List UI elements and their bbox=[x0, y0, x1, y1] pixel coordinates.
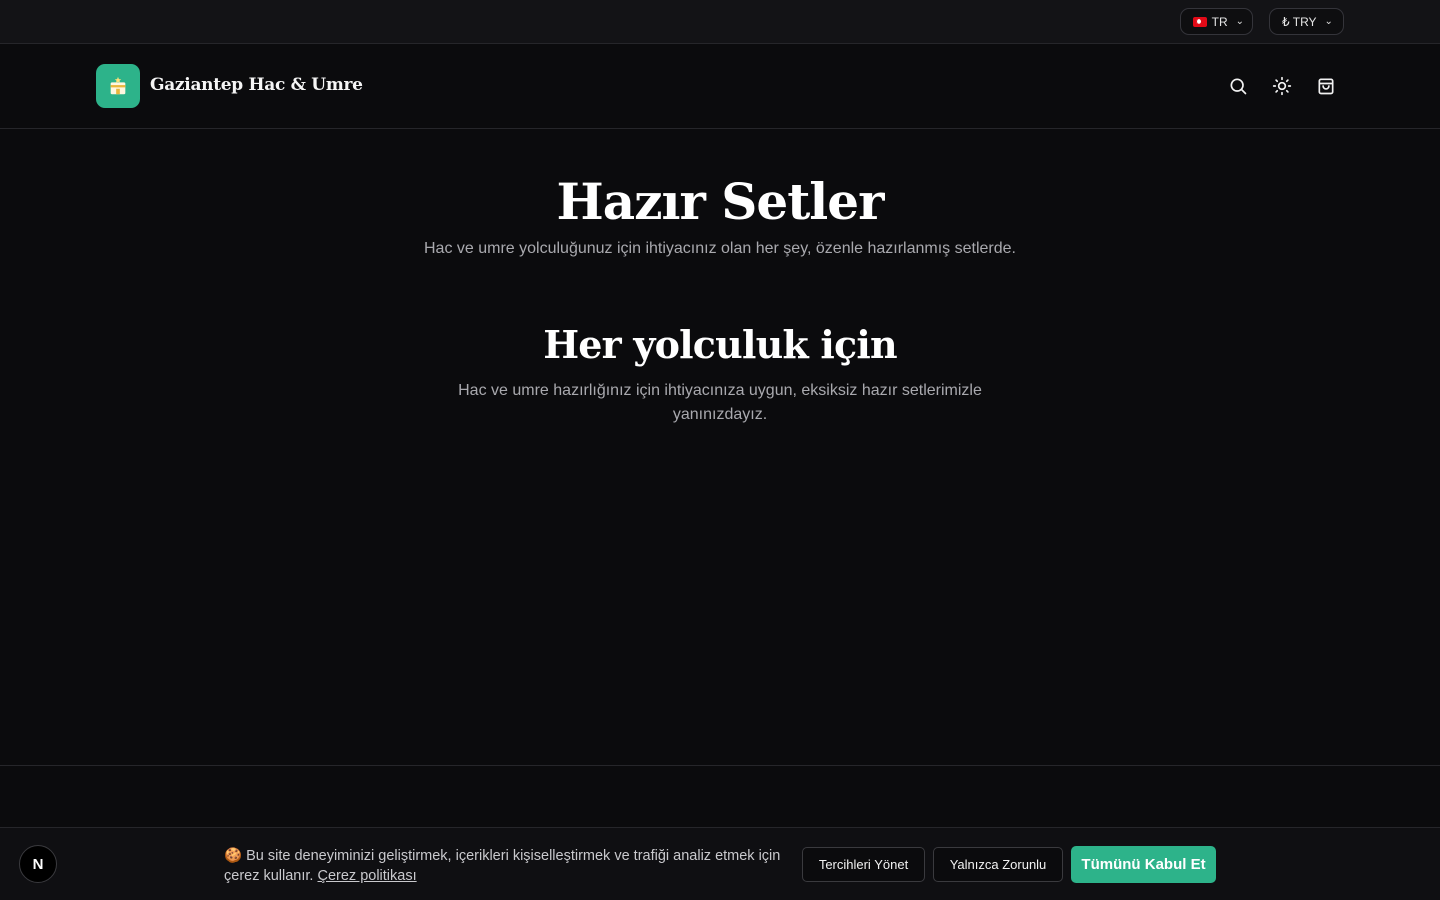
theme-toggle-button[interactable] bbox=[1271, 75, 1293, 97]
accept-all-button[interactable]: Tümünü Kabul Et bbox=[1071, 846, 1216, 883]
shopping-bag-icon bbox=[1318, 78, 1334, 95]
cart-button[interactable] bbox=[1315, 75, 1337, 97]
site-header: Gaziantep Hac & Umre bbox=[0, 44, 1440, 129]
sun-icon bbox=[1272, 76, 1292, 96]
section-description: Hac ve umre hazırlığınız için ihtiyacını… bbox=[458, 382, 982, 423]
search-button[interactable] bbox=[1227, 75, 1249, 97]
manage-preferences-button[interactable]: Tercihleri Yönet bbox=[802, 847, 925, 882]
dev-tools-badge[interactable]: N bbox=[19, 845, 57, 883]
cookie-message: 🍪 Bu site deneyiminizi geliştirmek, içer… bbox=[224, 846, 794, 886]
chevron-down-icon: ⌄ bbox=[1324, 16, 1333, 27]
kaaba-icon bbox=[110, 76, 126, 95]
brand-name[interactable]: Gaziantep Hac & Umre bbox=[150, 75, 363, 95]
necessary-only-button[interactable]: Yalnızca Zorunlu bbox=[933, 847, 1063, 882]
section-title: Her yolculuk için bbox=[543, 322, 897, 367]
cookie-banner: N 🍪 Bu site deneyiminizi geliştirmek, iç… bbox=[0, 827, 1440, 900]
cookie-policy-link[interactable]: Çerez politikası bbox=[318, 868, 417, 884]
language-label: TR bbox=[1211, 14, 1228, 29]
currency-select[interactable]: ₺ TRY ⌄ bbox=[1269, 8, 1344, 35]
cookie-text: Bu site deneyiminizi geliştirmek, içerik… bbox=[224, 848, 781, 884]
search-icon bbox=[1230, 78, 1247, 95]
chevron-down-icon: ⌄ bbox=[1235, 16, 1244, 27]
footer-divider bbox=[0, 765, 1440, 766]
page-title: Hazır Setler bbox=[556, 172, 885, 231]
top-utility-bar: TR ⌄ ₺ TRY ⌄ bbox=[0, 0, 1440, 44]
logo[interactable] bbox=[96, 64, 140, 108]
language-select[interactable]: TR ⌄ bbox=[1180, 8, 1253, 35]
cookie-emoji-icon: 🍪 bbox=[224, 848, 243, 864]
page-subtitle: Hac ve umre yolculuğunuz için ihtiyacını… bbox=[424, 240, 1016, 257]
dev-badge-label: N bbox=[32, 855, 44, 873]
turkey-flag-icon bbox=[1193, 16, 1207, 27]
currency-label: ₺ TRY bbox=[1282, 14, 1317, 29]
